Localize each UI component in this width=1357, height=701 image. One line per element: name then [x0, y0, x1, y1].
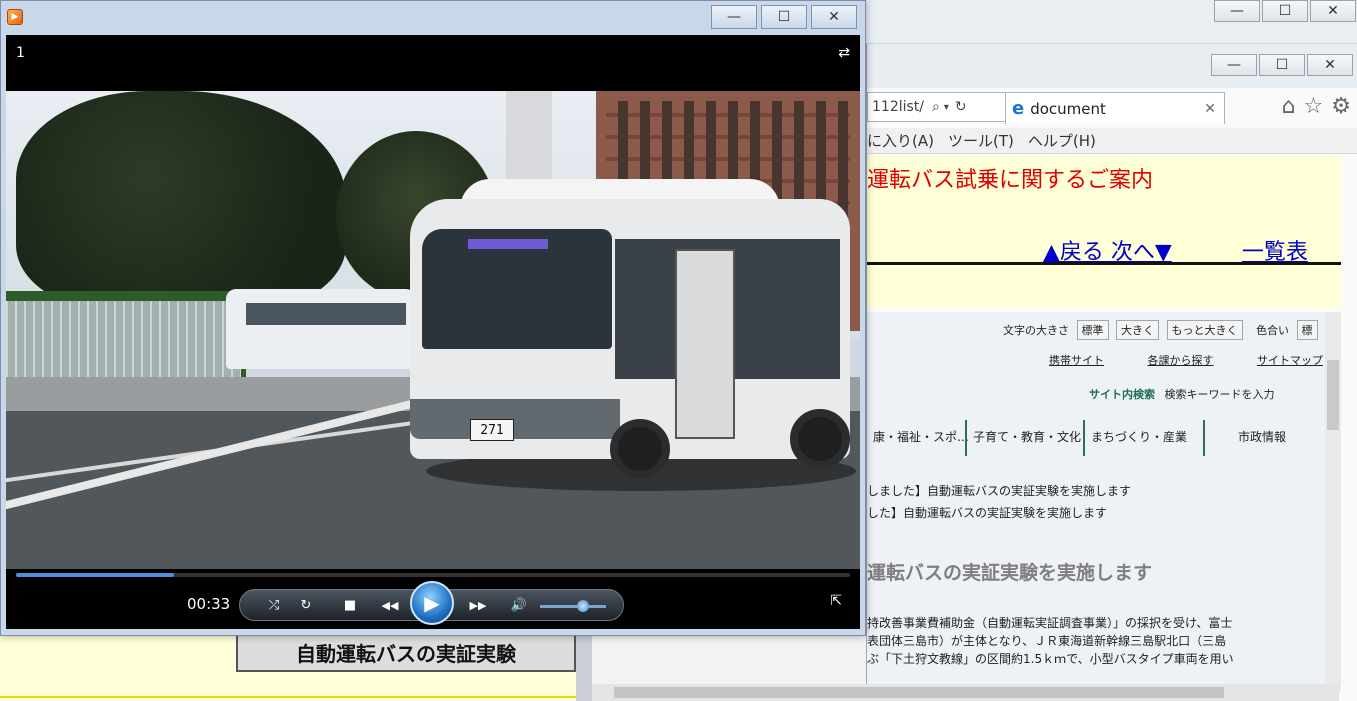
background-browser-titlebar: — ☐ ✕	[866, 0, 1357, 44]
bus-brand: ASMobi	[540, 329, 578, 340]
underlying-page: 自動運転バスの実証実験	[0, 630, 592, 701]
horizontal-scrollbar-thumb[interactable]	[614, 687, 1224, 698]
departments-link[interactable]: 各課から探す	[1148, 354, 1214, 367]
favorites-star-icon[interactable]: ☆	[1304, 94, 1324, 119]
underlying-divider	[0, 696, 592, 698]
browser-tab[interactable]: e document ✕	[1005, 92, 1225, 124]
restore-button[interactable]: ☐	[1262, 0, 1308, 22]
media-player-window: ▶ — ☐ ✕ 1 ⇄ ASMobi 271 00:33 ⤮ ↻ ■ ◀◀ ▶▶…	[0, 0, 866, 636]
browser-toolbar-icons: ⌂ ☆ ⚙	[1282, 94, 1351, 119]
next-button[interactable]: ▶▶	[458, 590, 498, 620]
fullscreen-icon[interactable]: ⇱	[830, 593, 842, 609]
elapsed-time: 00:33	[187, 595, 231, 613]
player-titlebar[interactable]: ▶ — ☐ ✕	[1, 1, 865, 35]
browser-window: — ☐ ✕ 112list/ ⌕ ▾ ↻ e document ✕ ⌂ ☆ ⚙ …	[866, 44, 1357, 701]
chevron-down-icon[interactable]: ▾	[944, 102, 949, 113]
sitemap-link[interactable]: サイトマップ	[1257, 354, 1323, 367]
volume-slider-knob[interactable]	[576, 600, 589, 612]
browser-maximize-button[interactable]: ☐	[1259, 54, 1305, 76]
window-gap	[576, 630, 592, 701]
menu-tools[interactable]: ツール(T)	[948, 130, 1014, 151]
vertical-scrollbar[interactable]	[1325, 312, 1341, 692]
tile-industry[interactable]: まちづくり・産業	[1083, 420, 1203, 456]
article-text-line: 持改善事業費補助金（自動運転実証調査事業）」の採択を受け、富士	[867, 616, 1233, 630]
video-frame: ASMobi 271	[6, 91, 860, 569]
article-text-line: ぶ「下土狩文教線」の区間約1.5ｋｍで、小型バスタイプ車両を用い	[867, 652, 1234, 666]
news-item[interactable]: した】自動運転バスの実証実験を実施します	[867, 504, 1107, 521]
browser-close-button[interactable]: ✕	[1307, 54, 1353, 76]
site-search: サイト内検索 検索キーワードを入力	[1089, 386, 1275, 402]
tile-city-info[interactable]: 市政情報	[1203, 420, 1319, 456]
previous-button[interactable]: ◀◀	[370, 590, 410, 620]
tile-education[interactable]: 子育て・教育・文化	[965, 420, 1083, 456]
repeat-icon[interactable]: ↻	[292, 590, 320, 620]
browser-titlebar: — ☐ ✕	[867, 44, 1357, 88]
refresh-icon[interactable]: ↻	[955, 99, 967, 115]
address-bar[interactable]: 112list/ ⌕ ▾ ↻	[867, 92, 1007, 122]
home-icon[interactable]: ⌂	[1282, 94, 1296, 119]
site-search-input[interactable]: 検索キーワードを入力	[1165, 388, 1275, 401]
browser-minimize-button[interactable]: —	[1211, 54, 1257, 76]
tab-close-icon[interactable]: ✕	[1204, 101, 1216, 117]
license-plate: 271	[470, 419, 514, 441]
search-icon[interactable]: ⌕	[932, 99, 940, 115]
font-size-label: 文字の大きさ	[1003, 324, 1069, 337]
volume-icon[interactable]: 🔊	[506, 590, 532, 620]
site-links: 携帯サイト 各課から探す サイトマップ	[1049, 352, 1323, 368]
divider	[867, 262, 1341, 265]
color-label: 色合い	[1256, 324, 1289, 337]
stop-button[interactable]: ■	[338, 590, 362, 620]
ie-icon: e	[1012, 98, 1025, 119]
video-area[interactable]: 1 ⇄ ASMobi 271 00:33 ⤮ ↻ ■ ◀◀ ▶▶ 🔊 ▶ ⇱	[6, 35, 860, 629]
font-size-large[interactable]: 大きく	[1116, 320, 1159, 340]
font-size-larger[interactable]: もっと大きく	[1166, 320, 1243, 340]
font-size-controls: 文字の大きさ 標準 大きく もっと大きく 色合い 標	[1003, 320, 1318, 340]
scrollbar-thumb[interactable]	[1327, 360, 1339, 430]
mobile-site-link[interactable]: 携帯サイト	[1049, 354, 1104, 367]
page-content: 運転バス試乗に関するご案内 ▲戻る 次へ▼ 一覧表	[867, 156, 1341, 308]
player-minimize-button[interactable]: —	[711, 5, 757, 29]
player-close-button[interactable]: ✕	[811, 5, 857, 29]
bus-bumper	[410, 399, 620, 439]
tile-health[interactable]: 康・福祉・スポ…	[867, 420, 969, 456]
bus-wheel	[610, 419, 670, 479]
page-heading: 運転バス試乗に関するご案内	[867, 168, 1154, 193]
category-menu: 康・福祉・スポ… 子育て・教育・文化 まちづくり・産業 市政情報	[867, 420, 1341, 456]
shuffle-icon[interactable]: ⤮	[260, 590, 288, 620]
news-item[interactable]: しました】自動運転バスの実証実験を実施します	[867, 482, 1131, 499]
tab-title: document	[1030, 99, 1106, 118]
player-app-icon: ▶	[7, 9, 23, 25]
scanned-webpage-image: 文字の大きさ 標準 大きく もっと大きく 色合い 標 携帯サイト 各課から探す …	[867, 312, 1341, 692]
article-title: 運転バスの実証実験を実施します	[867, 562, 1153, 584]
color-option[interactable]: 標	[1296, 320, 1318, 340]
menu-favorites[interactable]: に入り(A)	[867, 130, 934, 151]
pine-tree	[16, 91, 346, 311]
close-button[interactable]: ✕	[1310, 0, 1356, 22]
seek-bar[interactable]	[16, 573, 850, 577]
autonomous-bus: ASMobi 271	[410, 179, 850, 479]
player-controls: 00:33 ⤮ ↻ ■ ◀◀ ▶▶ 🔊 ▶ ⇱	[6, 569, 860, 629]
switch-to-library-icon[interactable]: ⇄	[838, 45, 850, 61]
horizontal-scrollbar[interactable]	[592, 684, 1339, 701]
parked-bus	[226, 289, 416, 369]
minimize-button[interactable]: —	[1214, 0, 1260, 22]
bus-wheel	[790, 409, 850, 469]
bus-destination-sign	[468, 239, 548, 249]
underlying-banner: 自動運転バスの実証実験	[236, 632, 576, 672]
player-maximize-button[interactable]: ☐	[761, 5, 807, 29]
seek-progress	[16, 573, 175, 577]
font-size-standard[interactable]: 標準	[1076, 320, 1109, 340]
play-button[interactable]: ▶	[410, 581, 454, 625]
bus-door	[675, 249, 735, 439]
settings-gear-icon[interactable]: ⚙	[1331, 94, 1351, 119]
menu-help[interactable]: ヘルプ(H)	[1028, 130, 1096, 151]
menu-bar: に入り(A) ツール(T) ヘルプ(H)	[867, 128, 1357, 154]
track-label: 1	[16, 45, 25, 61]
fence	[6, 301, 241, 381]
volume-slider[interactable]	[540, 605, 606, 608]
article-text-line: 表団体三島市）が主体となり、ＪＲ東海道新幹線三島駅北口（三島	[867, 634, 1227, 648]
site-search-label: サイト内検索	[1089, 388, 1155, 401]
address-text[interactable]: 112list/	[872, 99, 924, 115]
